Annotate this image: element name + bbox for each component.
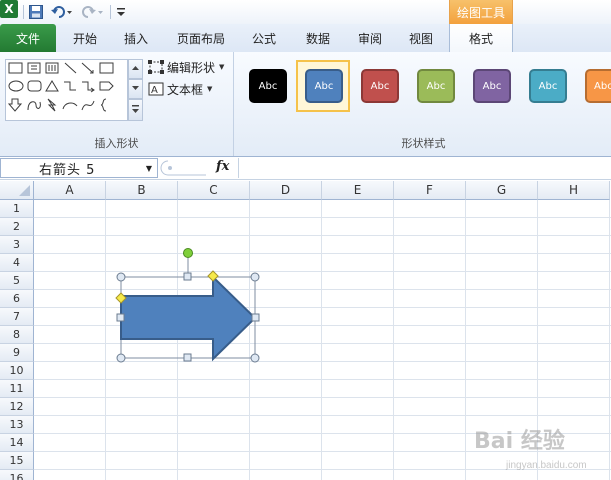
oval-shape-icon bbox=[8, 80, 24, 92]
shape-style-swatch[interactable]: Abc bbox=[585, 69, 611, 103]
freeform-shape-icon bbox=[27, 101, 41, 111]
right-arrow-shape[interactable] bbox=[120, 274, 257, 362]
excel-logo: X bbox=[0, 0, 18, 18]
resize-handle-bottom[interactable] bbox=[183, 353, 192, 362]
text-box-icon: A bbox=[148, 82, 164, 96]
chevron-down-icon: ▼ bbox=[207, 85, 213, 93]
name-box-value: 右箭头 5 bbox=[39, 162, 96, 178]
svg-text:A: A bbox=[151, 85, 158, 96]
edit-shape-label: 编辑形状 bbox=[167, 60, 216, 75]
tab-view[interactable]: 视图 bbox=[398, 24, 444, 52]
resize-handle-right[interactable] bbox=[251, 313, 260, 322]
tab-data[interactable]: 数据 bbox=[294, 24, 342, 52]
shape-styles-group-label: 形状样式 bbox=[401, 137, 446, 150]
rectangle-shape-icon bbox=[8, 62, 23, 74]
vertical-textbox-shape-icon bbox=[45, 62, 59, 74]
gallery-scroll-down[interactable] bbox=[128, 79, 143, 99]
down-arrow-shape-icon bbox=[7, 98, 23, 112]
shape-style-swatch[interactable]: Abc bbox=[305, 69, 343, 103]
baidu-logo-icon: Bai 经验 bbox=[474, 428, 565, 454]
textbox-shape-icon bbox=[27, 62, 41, 74]
brace-shape-icon bbox=[100, 98, 107, 112]
rectangle-2-shape-icon bbox=[99, 62, 114, 74]
resize-handle-bottom-right[interactable] bbox=[250, 353, 260, 363]
arrow-line-shape-icon bbox=[81, 62, 94, 74]
undo-icon[interactable] bbox=[49, 3, 75, 21]
formula-input[interactable] bbox=[238, 158, 611, 178]
line-shape-icon bbox=[64, 62, 77, 74]
shape-style-swatch[interactable]: Abc bbox=[361, 69, 399, 103]
formula-bar: 右箭头 5 ▼ fx bbox=[0, 157, 611, 180]
ribbon: 编辑形状 ▼ A 文本框 ▼ 插入形状 形状样式 Abc Abc Abc Abc Abc… bbox=[0, 52, 611, 157]
resize-handle-top[interactable] bbox=[183, 272, 192, 281]
baidu-watermark: Bai 经验 jingyan.baidu.com bbox=[470, 420, 610, 478]
chevron-down-icon: ▼ bbox=[219, 63, 225, 71]
edit-shape-icon bbox=[148, 60, 164, 74]
qat-separator bbox=[23, 5, 24, 19]
tab-insert[interactable]: 插入 bbox=[112, 24, 160, 52]
tab-format[interactable]: 格式 bbox=[449, 24, 513, 53]
rotation-handle[interactable] bbox=[183, 248, 193, 258]
edit-shape-button[interactable]: 编辑形状 ▼ bbox=[148, 58, 224, 76]
watermark-url: jingyan.baidu.com bbox=[506, 460, 587, 471]
shape-style-swatch[interactable]: Abc bbox=[473, 69, 511, 103]
redo-icon[interactable] bbox=[80, 3, 106, 21]
resize-handle-top-left[interactable] bbox=[116, 272, 126, 282]
ribbon-tab-row: 文件 开始 插入 页面布局 公式 数据 审阅 视图 格式 bbox=[0, 24, 611, 53]
gallery-scroll-up[interactable] bbox=[128, 59, 143, 79]
resize-handle-left[interactable] bbox=[116, 313, 125, 322]
resize-handle-top-right[interactable] bbox=[250, 272, 260, 282]
tab-home[interactable]: 开始 bbox=[62, 24, 108, 52]
shape-style-swatch[interactable]: Abc bbox=[249, 69, 287, 103]
shape-style-swatch[interactable]: Abc bbox=[529, 69, 567, 103]
arc-shape-icon bbox=[62, 102, 78, 110]
rounded-rect-shape-icon bbox=[27, 80, 42, 92]
elbow-connector-shape-icon bbox=[64, 81, 76, 91]
curve-shape-icon bbox=[81, 100, 95, 111]
customize-qat-icon[interactable] bbox=[114, 3, 128, 21]
shape-gallery[interactable] bbox=[5, 59, 128, 121]
text-box-button[interactable]: A 文本框 ▼ bbox=[148, 80, 212, 98]
save-icon[interactable] bbox=[27, 3, 45, 21]
shape-style-swatch[interactable]: Abc bbox=[417, 69, 455, 103]
qat-separator bbox=[110, 5, 111, 19]
elbow-arrow-shape-icon bbox=[82, 81, 95, 93]
tab-formulas[interactable]: 公式 bbox=[240, 24, 288, 52]
chevron-down-icon[interactable]: ▼ bbox=[146, 164, 152, 173]
quick-access-toolbar: X 绘图工具 bbox=[0, 0, 611, 24]
triangle-shape-icon bbox=[45, 80, 59, 92]
text-box-label: 文本框 bbox=[167, 82, 204, 97]
formula-bar-splitter-icon[interactable] bbox=[160, 160, 210, 176]
tab-file[interactable]: 文件 bbox=[0, 24, 56, 52]
resize-handle-bottom-left[interactable] bbox=[116, 353, 126, 363]
pentagon-arrow-shape-icon bbox=[99, 81, 114, 91]
tab-page-layout[interactable]: 页面布局 bbox=[168, 24, 234, 52]
insert-shapes-group-label: 插入形状 bbox=[94, 137, 139, 150]
insert-shapes-group: 编辑形状 ▼ A 文本框 ▼ 插入形状 bbox=[0, 52, 234, 156]
shape-styles-group: 形状样式 bbox=[236, 52, 611, 156]
drawing-tools-context-label: 绘图工具 bbox=[449, 0, 513, 24]
tab-review[interactable]: 审阅 bbox=[346, 24, 394, 52]
name-box[interactable]: 右箭头 5 ▼ bbox=[0, 158, 158, 178]
svg-text:Bai 经验: Bai 经验 bbox=[474, 428, 565, 454]
gallery-more[interactable] bbox=[128, 99, 143, 121]
insert-function-button[interactable]: fx bbox=[216, 159, 229, 174]
lightning-shape-icon bbox=[47, 98, 57, 112]
